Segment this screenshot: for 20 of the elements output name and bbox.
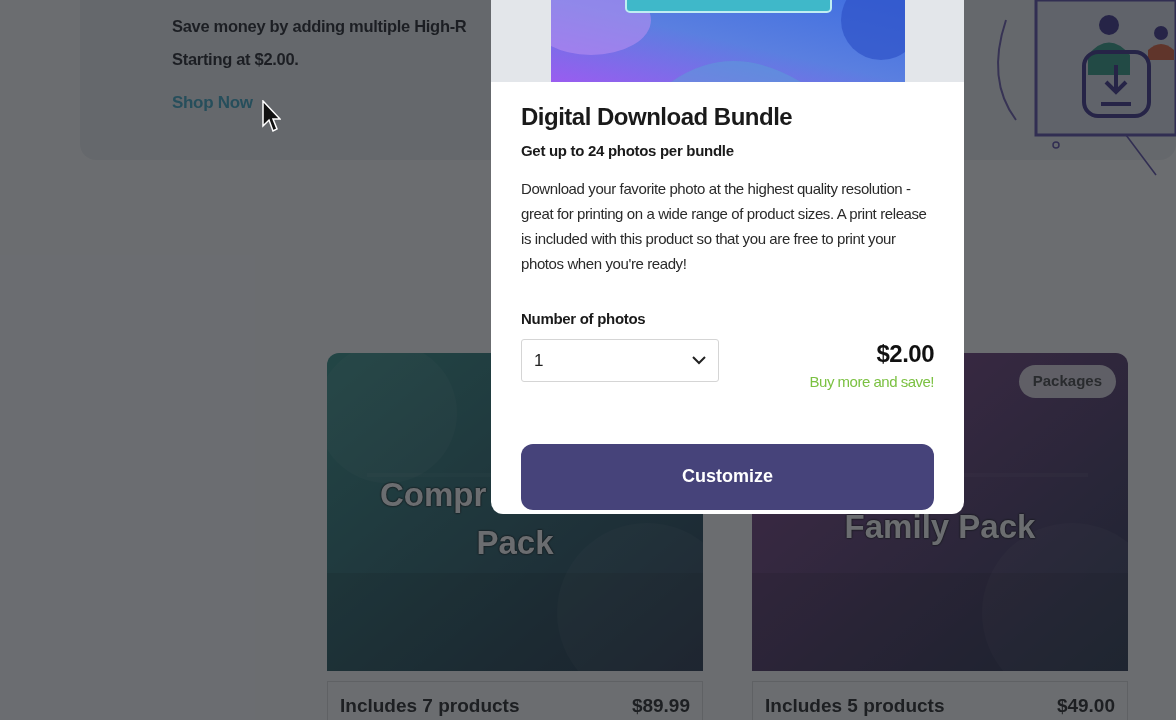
dialog-title: Digital Download Bundle [521, 102, 794, 132]
dialog-subtitle: Get up to 24 photos per bundle [521, 141, 735, 161]
chevron-down-icon [692, 356, 706, 365]
category-badge: Packages [1018, 365, 1116, 398]
card-price: $49.00 [1056, 693, 1115, 718]
customize-button[interactable]: Customize [521, 443, 934, 510]
product-description: Download your favorite photo at the highest quality resolution - great for printing on a wide range of product sizes. A print release is included with this product so that you are free to print your photos when you're ready! [521, 178, 928, 274]
banner-text: Save money by adding multiple High-R [172, 16, 467, 37]
product-count: Includes 5 products [765, 693, 945, 718]
card-title: Compr [379, 475, 487, 515]
field-label: Number of photos [521, 308, 647, 329]
price-text: $2.00 [876, 339, 934, 369]
banner-text: Starting at $2.00. [172, 49, 300, 70]
quantity-dropdown[interactable]: 1 [521, 339, 719, 382]
product-count: Includes 7 products [340, 693, 520, 718]
discount-note: Buy more and save! [809, 372, 934, 392]
card-price: $89.99 [631, 693, 690, 718]
card-title: Pack [476, 523, 554, 563]
cursor-icon [262, 100, 281, 133]
card-title: Family Pack [844, 507, 1036, 547]
